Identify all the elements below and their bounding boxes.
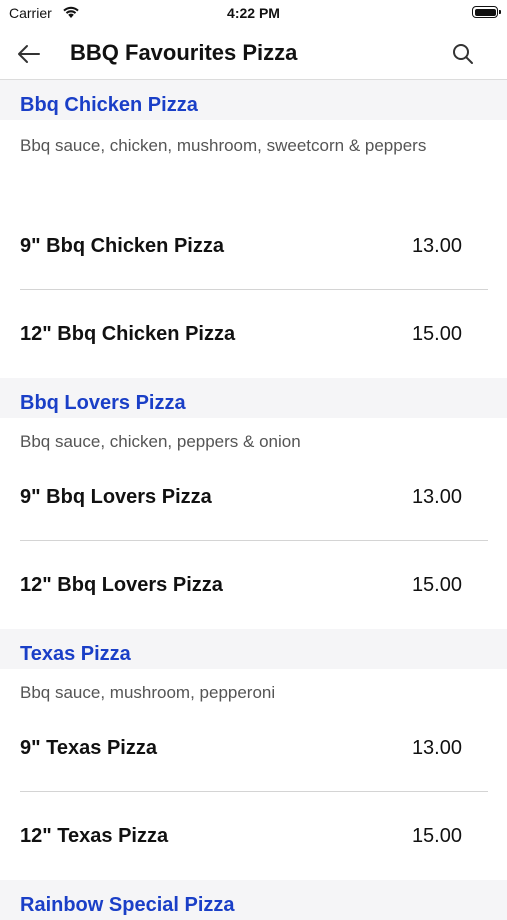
item-name: 9" Bbq Chicken Pizza: [20, 235, 224, 257]
category-header: Bbq Lovers Pizza: [0, 378, 507, 418]
item-name: 12" Bbq Lovers Pizza: [20, 574, 223, 596]
search-button[interactable]: [449, 40, 477, 68]
item-price: 15.00: [411, 825, 462, 847]
category-title: Bbq Lovers Pizza: [20, 392, 186, 414]
category-header: Texas Pizza: [0, 629, 507, 669]
status-time: 4:22 PM: [227, 5, 280, 21]
menu-item[interactable]: 9" Texas Pizza 13.00: [0, 704, 507, 792]
nav-bar: BBQ Favourites Pizza: [0, 28, 507, 80]
menu-item[interactable]: 12" Bbq Chicken Pizza 15.00: [0, 290, 507, 378]
menu-item[interactable]: 12" Texas Pizza 15.00: [0, 792, 507, 880]
item-name: 12" Texas Pizza: [20, 825, 169, 847]
battery-icon: [472, 6, 501, 18]
item-price: 13.00: [411, 486, 462, 508]
back-button[interactable]: [14, 39, 44, 69]
item-name: 12" Bbq Chicken Pizza: [20, 323, 236, 345]
item-price: 13.00: [411, 235, 462, 257]
arrow-left-icon: [18, 45, 40, 63]
item-price: 15.00: [411, 574, 462, 596]
category-description: Bbq sauce, chicken, mushroom, sweetcorn …: [20, 136, 427, 155]
menu-item[interactable]: 12" Bbq Lovers Pizza 15.00: [0, 541, 507, 629]
item-price: 13.00: [411, 737, 462, 759]
page-title: BBQ Favourites Pizza: [70, 40, 298, 65]
category-header: Rainbow Special Pizza: [0, 880, 507, 920]
category-description: Bbq sauce, chicken, peppers & onion: [20, 432, 301, 451]
item-name: 9" Texas Pizza: [20, 737, 157, 759]
category-header: Bbq Chicken Pizza: [0, 80, 507, 120]
category-title: Rainbow Special Pizza: [20, 894, 235, 916]
status-bar: Carrier 4:22 PM: [0, 0, 507, 28]
category-title: Bbq Chicken Pizza: [20, 94, 198, 116]
category-title: Texas Pizza: [20, 643, 131, 665]
menu-item[interactable]: 9" Bbq Chicken Pizza 13.00: [0, 202, 507, 290]
category-description: Bbq sauce, mushroom, pepperoni: [20, 683, 276, 702]
item-price: 15.00: [411, 323, 462, 345]
search-icon: [453, 44, 473, 64]
menu-item[interactable]: 9" Bbq Lovers Pizza 13.00: [0, 453, 507, 541]
item-name: 9" Bbq Lovers Pizza: [20, 486, 212, 508]
